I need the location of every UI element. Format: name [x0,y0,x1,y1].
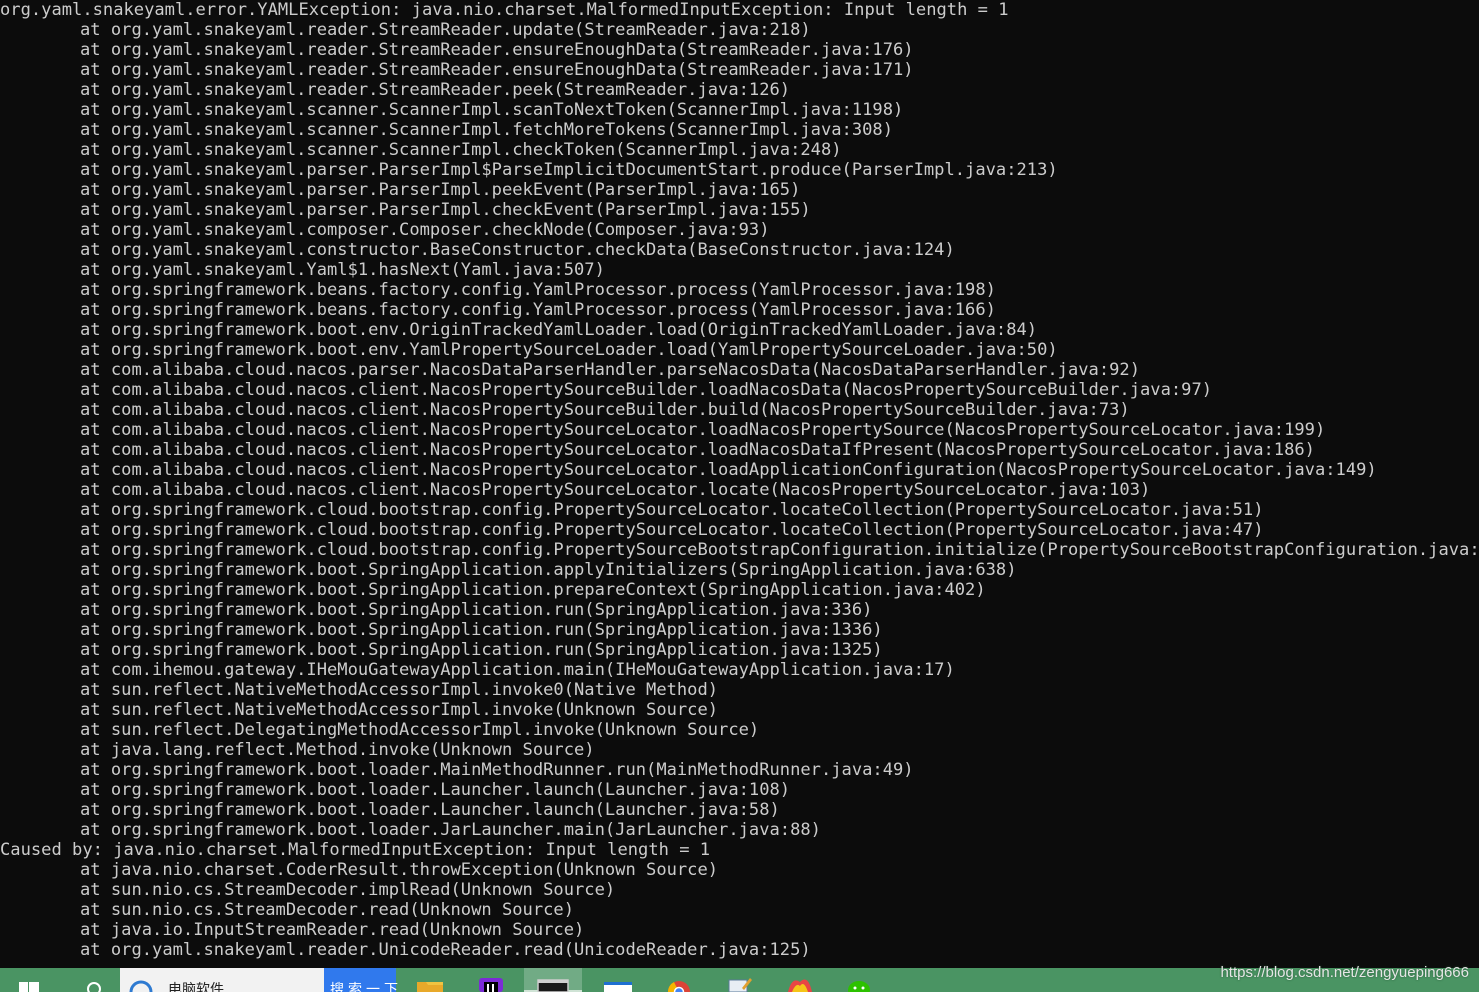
console-output[interactable]: org.yaml.snakeyaml.error.YAMLException: … [0,0,1479,968]
console-line: org.yaml.snakeyaml.error.YAMLException: … [0,0,1009,20]
console-line: at com.ihemou.gateway.IHeMouGatewayAppli… [80,660,955,680]
console-line: at org.springframework.cloud.bootstrap.c… [80,520,1264,540]
file-explorer-icon[interactable] [414,968,446,992]
console-line: at sun.reflect.NativeMethodAccessorImpl.… [80,700,719,720]
console-line: at org.yaml.snakeyaml.scanner.ScannerImp… [80,100,904,120]
taskbar-active-item[interactable] [524,968,582,992]
console-line: at com.alibaba.cloud.nacos.client.NacosP… [80,380,1213,400]
console-line: at org.springframework.boot.SpringApplic… [80,640,883,660]
windows-start-icon[interactable] [14,968,44,992]
search-icon[interactable] [80,968,108,992]
wechat-icon[interactable] [842,968,880,992]
console-line: at org.yaml.snakeyaml.reader.StreamReade… [80,80,791,100]
console-line: at org.springframework.boot.env.YamlProp… [80,340,1058,360]
console-line: at org.springframework.boot.SpringApplic… [80,580,986,600]
console-line: at org.springframework.boot.SpringApplic… [80,620,883,640]
console-line: at java.lang.reflect.Method.invoke(Unkno… [80,740,595,760]
console-line: at java.nio.charset.CoderResult.throwExc… [80,860,719,880]
console-line: at org.yaml.snakeyaml.reader.UnicodeRead… [80,940,811,960]
search-button-label: 搜索一下 [330,982,402,992]
console-line: at org.springframework.beans.factory.con… [80,300,996,320]
console-line: at com.alibaba.cloud.nacos.client.NacosP… [80,420,1326,440]
chrome-icon[interactable] [662,968,696,992]
console-line: at org.yaml.snakeyaml.reader.StreamReade… [80,20,811,40]
console-line: at org.yaml.snakeyaml.reader.StreamReade… [80,40,914,60]
console-line: at org.springframework.beans.factory.con… [80,280,996,300]
console-line: at org.springframework.cloud.bootstrap.c… [80,500,1264,520]
console-line: at org.yaml.snakeyaml.parser.ParserImpl.… [80,200,811,220]
console-line: at org.springframework.boot.loader.JarLa… [80,820,821,840]
console-line: at org.yaml.snakeyaml.scanner.ScannerImp… [80,140,842,160]
console-line: at com.alibaba.cloud.nacos.client.NacosP… [80,460,1377,480]
search-button[interactable]: 搜索一下 [324,968,398,992]
console-line: at org.springframework.boot.SpringApplic… [80,560,1017,580]
console-line: at sun.nio.cs.StreamDecoder.read(Unknown… [80,900,574,920]
console-line: at com.alibaba.cloud.nacos.parser.NacosD… [80,360,1141,380]
console-line: at org.yaml.snakeyaml.parser.ParserImpl.… [80,180,801,200]
intellij-idea-icon[interactable] [474,968,508,992]
console-line: at org.yaml.snakeyaml.Yaml$1.hasNext(Yam… [80,260,605,280]
console-line: at sun.nio.cs.StreamDecoder.implRead(Unk… [80,880,616,900]
console-line: at com.alibaba.cloud.nacos.client.NacosP… [80,400,1130,420]
console-line: at org.springframework.boot.loader.MainM… [80,760,914,780]
console-line: at org.yaml.snakeyaml.scanner.ScannerImp… [80,120,894,140]
watermark-text: https://blog.csdn.net/zengyueping666 [1220,964,1469,981]
colorful-app-icon[interactable] [782,968,818,992]
console-line: at sun.reflect.NativeMethodAccessorImpl.… [80,680,719,700]
console-line: at com.alibaba.cloud.nacos.client.NacosP… [80,440,1315,460]
notepad-icon[interactable] [722,968,756,992]
console-line: at org.springframework.boot.SpringApplic… [80,600,873,620]
window-app-icon[interactable] [600,968,636,992]
console-line: at sun.reflect.DelegatingMethodAccessorI… [80,720,760,740]
console-line: at com.alibaba.cloud.nacos.client.NacosP… [80,480,1151,500]
console-line: at java.io.InputStreamReader.read(Unknow… [80,920,585,940]
console-line: at org.yaml.snakeyaml.parser.ParserImpl$… [80,160,1058,180]
console-line: at org.yaml.snakeyaml.constructor.BaseCo… [80,240,955,260]
console-line: at org.yaml.snakeyaml.composer.Composer.… [80,220,770,240]
console-line: at org.springframework.cloud.bootstrap.c… [80,540,1479,560]
search-box[interactable]: 电脑软件 [120,968,324,992]
console-line: at org.springframework.boot.loader.Launc… [80,780,791,800]
command-prompt-icon [537,979,569,992]
console-line: at org.springframework.boot.env.OriginTr… [80,320,1038,340]
browser-icon [129,980,153,992]
search-text: 电脑软件 [168,982,224,992]
console-line: at org.springframework.boot.loader.Launc… [80,800,780,820]
console-line: at org.yaml.snakeyaml.reader.StreamReade… [80,60,914,80]
console-line: Caused by: java.nio.charset.MalformedInp… [0,840,711,860]
